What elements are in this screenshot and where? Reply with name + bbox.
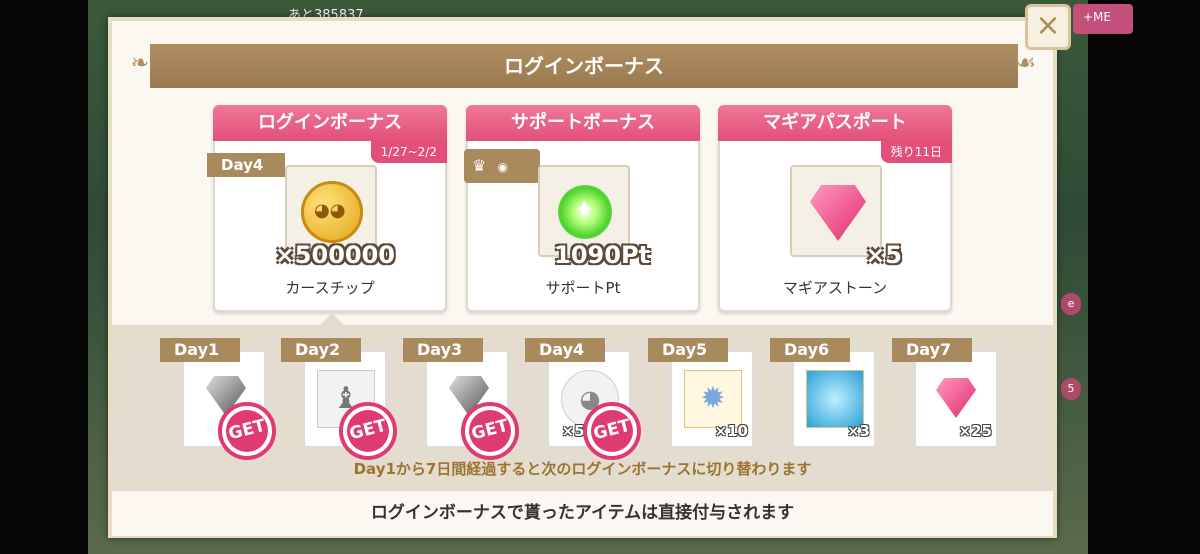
day-label: Day1 bbox=[160, 338, 240, 362]
magia-passport-card: マギアパスポート 残り11日 ×5 マギアストーン bbox=[718, 105, 952, 312]
reward-quantity: ×3 bbox=[846, 422, 870, 440]
support-orb-icon bbox=[558, 185, 612, 239]
login-bonus-card: ログインボーナス 1/27~2/2 Day4 ×500000 カースチップ bbox=[207, 105, 447, 312]
pink-gem-icon bbox=[936, 378, 976, 418]
get-badge: GET bbox=[218, 402, 276, 460]
item-name: サポートPt bbox=[545, 279, 621, 297]
ornament-left-icon: ❧ bbox=[130, 51, 150, 76]
reward-quantity: ×10 bbox=[714, 422, 748, 440]
side-chip[interactable]: e bbox=[1061, 293, 1081, 315]
day-reward-5[interactable]: ✹ ×10 Day5 bbox=[648, 338, 754, 450]
date-range-tag: 1/27~2/2 bbox=[370, 141, 447, 163]
title-ribbon: ログインボーナス bbox=[150, 44, 1018, 88]
day-reward-3[interactable]: Day3 GET bbox=[403, 338, 519, 460]
reward-box: ×25 bbox=[914, 350, 998, 448]
card-header: マギアパスポート bbox=[718, 105, 952, 141]
item-name: カースチップ bbox=[285, 279, 375, 297]
stained-glass-icon bbox=[806, 370, 864, 428]
magia-stone-icon bbox=[810, 185, 866, 241]
screen: あと385837 +ME e 5 ログインボーナス ❧ ☙ × ログインボーナス… bbox=[0, 0, 1200, 554]
day-reward-2[interactable]: ♝ Day2 GET bbox=[281, 338, 397, 460]
card-header: ログインボーナス bbox=[213, 105, 447, 141]
day-label: Day4 bbox=[525, 338, 605, 362]
reset-notice: Day1から7日間経過すると次のログインボーナスに切り替わります bbox=[353, 460, 812, 478]
get-badge: GET bbox=[339, 402, 397, 460]
hud-right-tab[interactable]: +ME bbox=[1073, 4, 1133, 34]
right-bezel bbox=[1088, 0, 1200, 554]
crystal-icon: ✹ bbox=[684, 370, 742, 428]
close-button[interactable]: × bbox=[1025, 4, 1071, 50]
day-label: Day2 bbox=[281, 338, 361, 362]
get-badge: GET bbox=[583, 402, 641, 460]
item-quantity: ×500000 bbox=[274, 241, 395, 269]
dialog-title: ログインボーナス bbox=[504, 54, 664, 78]
ornament-right-icon: ☙ bbox=[1016, 51, 1036, 76]
day-label: Day7 bbox=[892, 338, 972, 362]
day-reward-6[interactable]: ×3 Day6 bbox=[770, 338, 876, 450]
item-quantity: ×5 bbox=[865, 241, 902, 269]
reward-quantity: ×25 bbox=[958, 422, 992, 440]
remaining-days-tag: 残り11日 bbox=[880, 141, 952, 163]
side-chip[interactable]: 5 bbox=[1061, 378, 1081, 400]
badge-icon: ◉ bbox=[497, 160, 508, 174]
get-badge: GET bbox=[461, 402, 519, 460]
day-label: Day3 bbox=[403, 338, 483, 362]
friends-icon: ♛ bbox=[472, 156, 487, 175]
day-label: Day6 bbox=[770, 338, 850, 362]
item-name: マギアストーン bbox=[782, 279, 888, 297]
day-tag: Day4 bbox=[207, 153, 285, 177]
day-reward-7[interactable]: ×25 Day7 bbox=[892, 338, 998, 450]
card-header: サポートボーナス bbox=[466, 105, 700, 141]
coin-icon bbox=[301, 181, 363, 243]
support-bonus-card: サポートボーナス ♛ ◉ 1090Pt サポートPt bbox=[464, 105, 700, 312]
reward-box: ×3 bbox=[792, 350, 876, 448]
reward-box: ✹ ×10 bbox=[670, 350, 754, 448]
day-label: Day5 bbox=[648, 338, 728, 362]
day-reward-4[interactable]: ◕ ×50 Day4 GET bbox=[525, 338, 641, 460]
left-bezel bbox=[0, 0, 88, 554]
item-quantity: 1090Pt bbox=[554, 241, 650, 269]
footer-message: ログインボーナスで貰ったアイテムは直接付与されます bbox=[112, 491, 1053, 536]
day-reward-1[interactable]: Day1 GET bbox=[160, 338, 276, 460]
support-icons: ♛ ◉ bbox=[464, 149, 540, 183]
